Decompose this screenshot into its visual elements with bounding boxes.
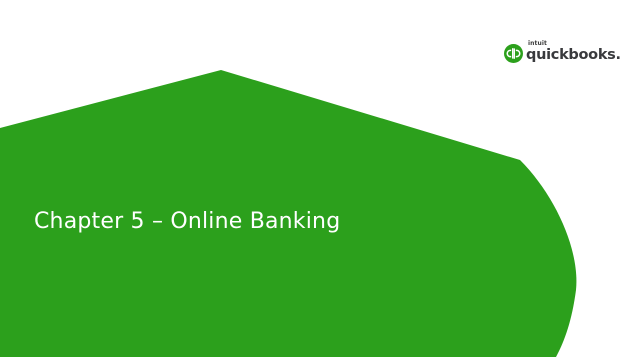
- quickbooks-label: quickbooks.: [526, 47, 621, 63]
- quickbooks-logo: intuit quickbooks.: [504, 40, 621, 66]
- slide-title: Chapter 5 – Online Banking: [34, 209, 341, 234]
- quickbooks-logo-icon: [504, 43, 523, 63]
- slide: Chapter 5 – Online Banking intuit quickb…: [0, 0, 629, 357]
